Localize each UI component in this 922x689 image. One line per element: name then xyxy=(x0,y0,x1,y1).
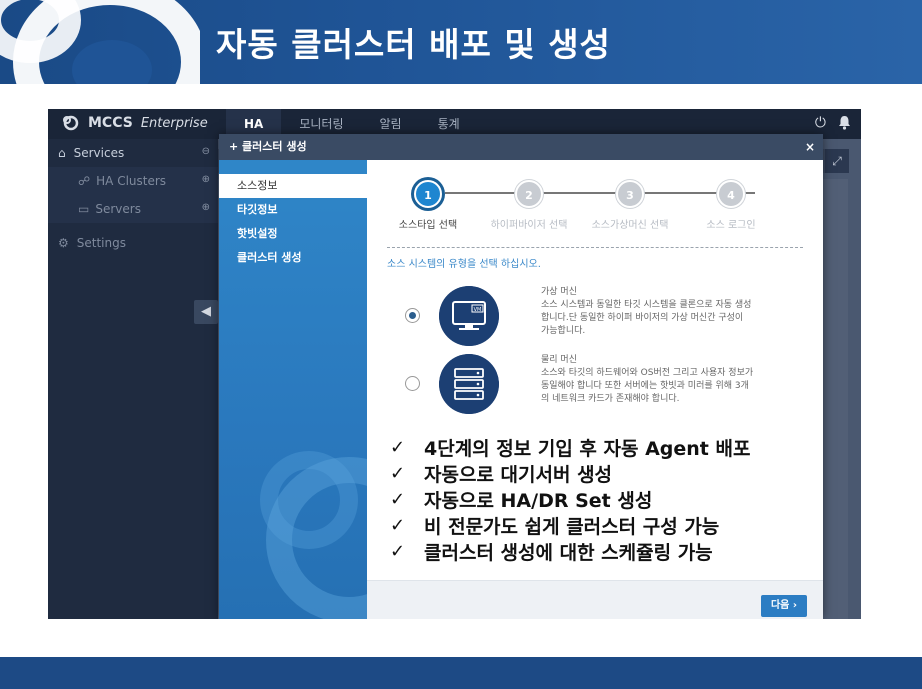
checklist-text: 4단계의 정보 기입 후 자동 Agent 배포 xyxy=(424,437,751,460)
expand-icon[interactable]: ⤢ xyxy=(825,149,849,173)
slide-title: 자동 클러스터 배포 및 생성 xyxy=(216,25,611,64)
step-label: 소스가상머신 선택 xyxy=(591,220,669,231)
option-description: 가상 머신 소스 시스템과 동일한 타깃 시스템을 클론으로 자동 생성 합니다… xyxy=(541,286,791,338)
step-4[interactable]: 4 소스 로그인 xyxy=(681,180,781,231)
option-title: 물리 머신 xyxy=(541,355,577,365)
step-3[interactable]: 3 소스가상머신 선택 xyxy=(580,180,680,231)
checkmark-icon: ✓ xyxy=(390,540,406,562)
sidebar-item-servers[interactable]: ▭ Servers ⊕ xyxy=(48,195,218,223)
footer-bar xyxy=(0,657,922,689)
option-desc-line: 소스와 타깃의 하드웨어와 OS버전 그리고 사용자 정보가 xyxy=(541,368,754,378)
svg-text:VM: VM xyxy=(474,307,482,313)
next-button[interactable]: 다음 › xyxy=(761,595,807,617)
sidebar-item-label: Servers xyxy=(95,202,141,216)
title-banner: 자동 클러스터 배포 및 생성 xyxy=(0,0,922,84)
option-physical-machine[interactable]: 물리 머신 소스와 타깃의 하드웨어와 OS버전 그리고 사용자 정보가 동일해… xyxy=(387,350,807,416)
step-label: 하이퍼바이저 선택 xyxy=(490,220,568,231)
vm-monitor-icon: VM xyxy=(439,286,499,346)
checklist-item: ✓ 4단계의 정보 기입 후 자동 Agent 배포 xyxy=(390,434,810,460)
wizard-step-create-cluster[interactable]: 클러스터 생성 xyxy=(219,246,367,270)
mccs-logo-icon xyxy=(63,115,79,131)
app-logo-edition: Enterprise xyxy=(140,115,208,131)
checklist-text: 자동으로 대기서버 생성 xyxy=(424,463,613,486)
wizard-step-heartbeat[interactable]: 핫빗설정 xyxy=(219,222,367,246)
option-title: 가상 머신 xyxy=(541,287,577,297)
checkmark-icon: ✓ xyxy=(390,514,406,536)
option-desc-line: 의 네트워크 카드가 존재해야 합니다. xyxy=(541,394,680,404)
sidebar-item-label: HA Clusters xyxy=(96,174,167,188)
app-logo: MCCS Enterprise xyxy=(62,115,208,131)
option-virtual-machine[interactable]: VM 가상 머신 소스 시스템과 동일한 타깃 시스템을 클론으로 자동 생성 … xyxy=(387,282,807,348)
step-circle: 1 xyxy=(414,180,442,208)
step-circle: 3 xyxy=(616,180,644,208)
app-logo-brand: MCCS xyxy=(88,115,133,131)
checklist-item: ✓ 비 전문가도 쉽게 클러스터 구성 가능 xyxy=(390,512,810,538)
sidebar-item-label: Settings xyxy=(76,236,126,250)
checklist-text: 자동으로 HA/DR Set 생성 xyxy=(424,489,653,512)
expand-plus-icon[interactable]: ⊕ xyxy=(202,202,210,213)
instruction-text: 소스 시스템의 유형을 선택 하십시오. xyxy=(387,259,541,270)
collapse-minus-icon[interactable]: ⊖ xyxy=(202,146,210,157)
server-rack-icon xyxy=(439,354,499,414)
cluster-icon: ☍ xyxy=(78,174,91,188)
sidebar-item-settings[interactable]: ⚙ Settings xyxy=(48,229,218,257)
step-1[interactable]: 1 소스타입 선택 xyxy=(378,180,478,231)
dotted-separator xyxy=(387,247,803,248)
home-icon: ⌂ xyxy=(58,146,66,160)
step-2[interactable]: 2 하이퍼바이저 선택 xyxy=(479,180,579,231)
power-icon[interactable]: ⏻ xyxy=(815,115,826,131)
bell-icon[interactable] xyxy=(838,115,851,130)
step-label: 소스타입 선택 xyxy=(398,220,458,231)
wizard-step-target-info[interactable]: 타깃정보 xyxy=(219,198,367,222)
sidebar-item-ha-clusters[interactable]: ☍ HA Clusters ⊕ xyxy=(48,167,218,195)
radio-virtual-machine[interactable] xyxy=(405,308,420,323)
modal-header: + 클러스터 생성 × xyxy=(219,134,823,160)
option-desc-line: 동일해야 합니다 또한 서버에는 핫빗과 미러를 위해 3개 xyxy=(541,381,749,391)
modal-title: + 클러스터 생성 xyxy=(229,140,307,153)
option-desc-line: 소스 시스템과 동일한 타깃 시스템을 클론으로 자동 생성 xyxy=(541,300,752,310)
checklist-text: 비 전문가도 쉽게 클러스터 구성 가능 xyxy=(424,515,720,538)
checkmark-icon: ✓ xyxy=(390,462,406,484)
wizard-step-source-info[interactable]: 소스정보 xyxy=(219,174,367,198)
sidebar-collapse-arrow-icon[interactable]: ◀ xyxy=(194,300,218,324)
checklist-item: ✓ 자동으로 대기서버 생성 xyxy=(390,460,810,486)
radio-physical-machine[interactable] xyxy=(405,376,420,391)
sidebar-item-services[interactable]: ⌂ Services ⊖ xyxy=(48,139,218,167)
sidebar-item-label: Services xyxy=(73,146,125,160)
brand-swirl-logo-icon xyxy=(0,0,200,84)
wizard-sidebar: 소스정보 타깃정보 핫빗설정 클러스터 생성 xyxy=(219,160,367,619)
step-circle: 4 xyxy=(717,180,745,208)
option-desc-line: 가능합니다. xyxy=(541,326,586,336)
checklist-item: ✓ 클러스터 생성에 대한 스케쥴링 가능 xyxy=(390,538,810,564)
monitor-icon: ▭ xyxy=(78,202,90,216)
gear-icon: ⚙ xyxy=(58,236,69,250)
step-label: 소스 로그인 xyxy=(706,220,756,231)
checklist-text: 클러스터 생성에 대한 스케쥴링 가능 xyxy=(424,541,713,564)
checkmark-icon: ✓ xyxy=(390,436,406,458)
step-circle: 2 xyxy=(515,180,543,208)
close-icon[interactable]: × xyxy=(805,134,815,160)
slide: 자동 클러스터 배포 및 생성 MCCS Enterprise HA 모니터링 … xyxy=(0,0,922,689)
top-icons: ⏻ xyxy=(815,115,851,131)
option-desc-line: 합니다.단 동일한 하이퍼 바이저의 가상 머신간 구성이 xyxy=(541,313,744,323)
wizard-stepper: 1 소스타입 선택 2 하이퍼바이저 선택 3 소스가상머신 선택 4 소스 로… xyxy=(387,180,807,231)
feature-checklist: ✓ 4단계의 정보 기입 후 자동 Agent 배포 ✓ 자동으로 대기서버 생… xyxy=(390,434,810,564)
option-description: 물리 머신 소스와 타깃의 하드웨어와 OS버전 그리고 사용자 정보가 동일해… xyxy=(541,354,791,406)
checkmark-icon: ✓ xyxy=(390,488,406,510)
decorative-swirl-icon xyxy=(260,451,367,619)
checklist-item: ✓ 자동으로 HA/DR Set 생성 xyxy=(390,486,810,512)
app-sidebar: ⌂ Services ⊖ ☍ HA Clusters ⊕ ▭ Servers ⊕… xyxy=(48,139,218,619)
modal-footer: 다음 › xyxy=(367,580,823,619)
expand-plus-icon[interactable]: ⊕ xyxy=(202,174,210,185)
